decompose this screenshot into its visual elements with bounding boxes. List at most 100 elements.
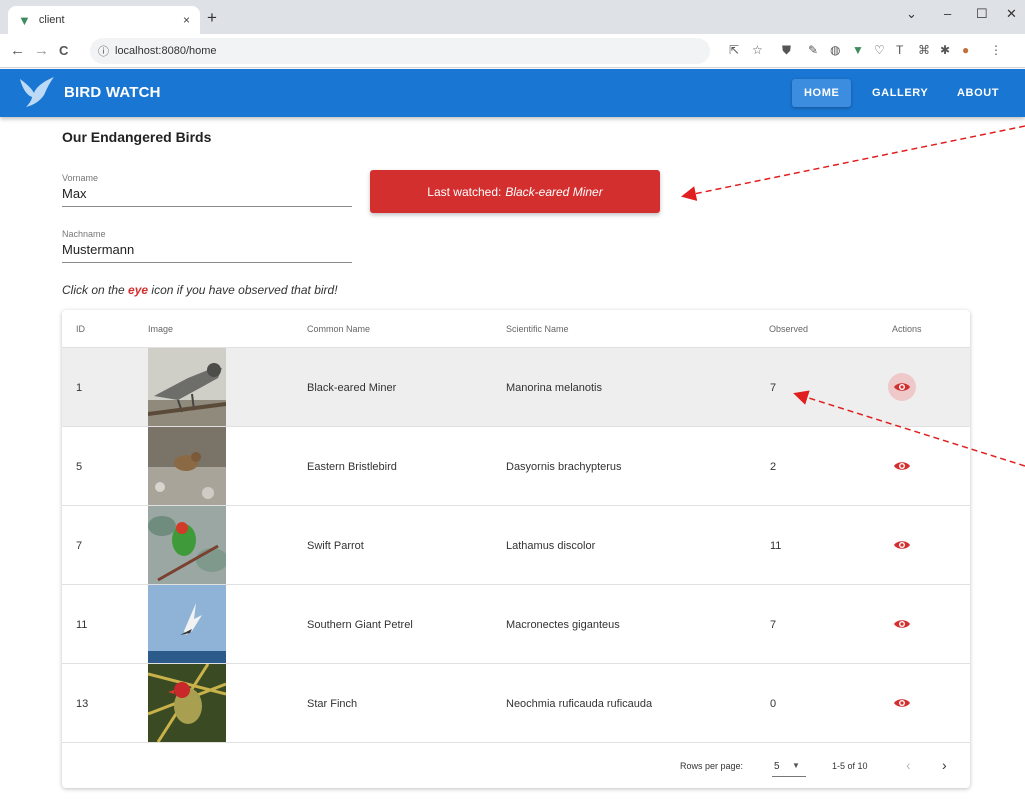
app-title: BIRD WATCH (64, 84, 161, 101)
nachname-field[interactable]: Nachname Mustermann (62, 229, 352, 263)
cell-id: 5 (76, 461, 83, 473)
eye-icon (894, 462, 910, 470)
rows-per-page-value: 5 (774, 761, 780, 772)
text-extension-icon[interactable]: T (896, 43, 903, 57)
pocket-icon[interactable]: ♡ (874, 43, 885, 57)
cell-observed: 2 (770, 461, 777, 473)
cell-observed: 7 (770, 619, 777, 631)
header-id[interactable]: ID (76, 324, 85, 334)
nav-about[interactable]: ABOUT (945, 79, 1011, 107)
observe-button[interactable] (888, 610, 916, 638)
share-icon[interactable]: ⇱ (729, 43, 739, 57)
header-actions: Actions (892, 324, 922, 334)
table-row[interactable]: 1 Black-eared Miner Manorina melanotis 7 (62, 348, 970, 427)
prev-page-button[interactable]: ‹ (906, 757, 911, 773)
dove-logo-icon (20, 77, 54, 107)
table-row[interactable]: 5 Eastern Bristlebird Dasyornis brachypt… (62, 427, 970, 506)
vorname-value[interactable]: Max (62, 183, 352, 206)
header-observed[interactable]: Observed (769, 324, 808, 334)
cell-scientific-name: Neochmia ruficauda ruficauda (506, 698, 653, 710)
pagination-range: 1-5 of 10 (832, 761, 868, 771)
cell-scientific-name: Dasyornis brachypterus (506, 461, 622, 473)
maximize-button[interactable]: ☐ (976, 6, 988, 22)
tab-search-icon[interactable]: ⌄ (906, 6, 917, 22)
nav-home[interactable]: HOME (792, 79, 852, 107)
hint-eye-word: eye (128, 283, 149, 297)
browser-tab[interactable]: ▼ client × (8, 6, 200, 34)
annotation-arrow-banner (681, 125, 1025, 201)
nav-gallery[interactable]: GALLERY (860, 79, 940, 107)
eye-icon (894, 383, 910, 391)
table-header: ID Image Common Name Scientific Name Obs… (62, 310, 970, 348)
translate-extension-icon[interactable]: ⌘ (918, 43, 930, 57)
instruction-hint: Click on the eye icon if you have observ… (62, 283, 338, 297)
browser-menu-icon[interactable]: ⋮ (990, 43, 1002, 57)
next-page-button[interactable]: › (942, 757, 947, 773)
caret-down-icon: ▼ (792, 761, 800, 770)
cell-observed: 0 (770, 698, 777, 710)
cell-scientific-name: Manorina melanotis (506, 382, 602, 394)
nachname-value[interactable]: Mustermann (62, 239, 352, 262)
bird-image-black-eared-miner (148, 348, 226, 426)
globe-extension-icon[interactable]: ◍ (830, 43, 840, 57)
header-scientific-name[interactable]: Scientific Name (506, 324, 569, 334)
profile-avatar-icon[interactable]: ● (962, 43, 969, 57)
hint-after: icon if you have observed that bird! (151, 283, 338, 297)
puzzle-extensions-icon[interactable]: ✱ (940, 43, 950, 57)
browser-tab-bar: ▼ client × + ⌄ – ☐ ✕ (0, 0, 1025, 34)
cell-common-name: Southern Giant Petrel (307, 619, 413, 631)
cell-id: 11 (76, 619, 88, 631)
vue-devtools-icon[interactable]: ▼ (852, 43, 864, 57)
table-footer: Rows per page: 5 ▼ 1-5 of 10 ‹ › (62, 743, 970, 788)
bird-image-southern-giant-petrel (148, 585, 226, 663)
bird-image-star-finch (148, 664, 226, 742)
minimize-button[interactable]: – (944, 6, 951, 21)
site-info-icon[interactable]: ⓘ (98, 43, 109, 59)
eye-icon (894, 699, 910, 707)
table-row[interactable]: 11 Southern Giant Petrel Macronectes gig… (62, 585, 970, 664)
vorname-field[interactable]: Vorname Max (62, 173, 352, 207)
browser-toolbar: ← → C ⓘ localhost:8080/home ⇱ ☆ ⛊ ✎ ◍ ▼ … (0, 34, 1025, 68)
cell-common-name: Eastern Bristlebird (307, 461, 397, 473)
observe-button[interactable] (888, 689, 916, 717)
shield-extension-icon[interactable]: ⛊ (782, 43, 791, 58)
cell-observed: 7 (770, 382, 777, 394)
close-window-button[interactable]: ✕ (1006, 6, 1017, 22)
bookmark-star-icon[interactable]: ☆ (752, 43, 763, 57)
extension-icon[interactable]: ✎ (808, 43, 818, 57)
last-watched-bird: Black-eared Miner (505, 184, 603, 199)
last-watched-banner: Last watched: Black-eared Miner (370, 170, 660, 213)
rows-per-page-select[interactable]: 5 ▼ (772, 757, 806, 777)
cell-scientific-name: Lathamus discolor (506, 540, 596, 552)
cell-id: 7 (76, 540, 83, 552)
table-row[interactable]: 7 Swift Parrot Lathamus discolor 11 (62, 506, 970, 585)
vue-logo-icon: ▼ (18, 12, 31, 28)
tab-close-icon[interactable]: × (183, 13, 190, 27)
eye-icon (894, 620, 910, 628)
back-button[interactable]: ← (10, 42, 25, 59)
app-bar: BIRD WATCH HOME GALLERY ABOUT (0, 69, 1025, 117)
header-common-name[interactable]: Common Name (307, 324, 370, 334)
observe-button[interactable] (888, 531, 916, 559)
rows-per-page-label: Rows per page: (680, 761, 744, 771)
cell-common-name: Swift Parrot (307, 540, 364, 552)
table-row[interactable]: 13 Star Finch Neochmia ruficauda ruficau… (62, 664, 970, 743)
birds-table: ID Image Common Name Scientific Name Obs… (62, 310, 970, 788)
vorname-label: Vorname (62, 173, 99, 183)
header-image: Image (148, 324, 174, 334)
reload-button[interactable]: C (59, 43, 68, 58)
eye-icon (894, 541, 910, 549)
cell-common-name: Star Finch (307, 698, 358, 710)
address-bar[interactable]: ⓘ localhost:8080/home (90, 38, 710, 64)
url-text: localhost:8080/home (115, 45, 217, 57)
cell-observed: 11 (770, 540, 782, 552)
cell-id: 13 (76, 698, 89, 710)
nachname-label: Nachname (62, 229, 106, 239)
observe-button[interactable] (888, 452, 916, 480)
last-watched-prefix: Last watched: (427, 184, 502, 199)
observe-button[interactable] (888, 373, 916, 401)
forward-button[interactable]: → (34, 42, 49, 59)
page-title: Our Endangered Birds (62, 129, 212, 145)
new-tab-button[interactable]: + (207, 8, 217, 28)
bird-image-eastern-bristlebird (148, 427, 226, 505)
